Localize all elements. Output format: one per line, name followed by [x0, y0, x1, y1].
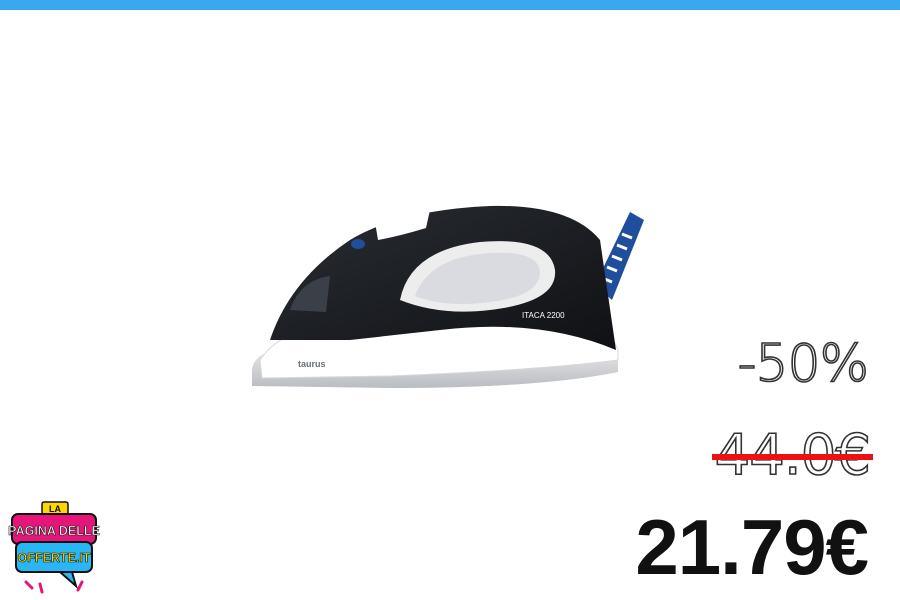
logo-line1: LA — [49, 504, 61, 514]
discount-percentage: -50% — [737, 334, 870, 394]
site-logo: LA PAGINA DELLE OFFERTE.IT — [8, 501, 100, 594]
product-model-label: ITACA 2200 — [522, 311, 565, 320]
old-price-container: 44.0€ — [711, 427, 873, 488]
strikethrough-line — [711, 454, 873, 460]
steam-iron-image: ITACA 2200 taurus — [252, 205, 644, 388]
steam-button-icon — [351, 239, 365, 249]
logo-line3: OFFERTE.IT — [18, 551, 91, 565]
top-accent-bar — [0, 0, 900, 10]
current-price: 21.79€ — [635, 503, 869, 591]
product-brand-label: taurus — [298, 359, 326, 369]
logo-line2: PAGINA DELLE — [8, 524, 100, 538]
